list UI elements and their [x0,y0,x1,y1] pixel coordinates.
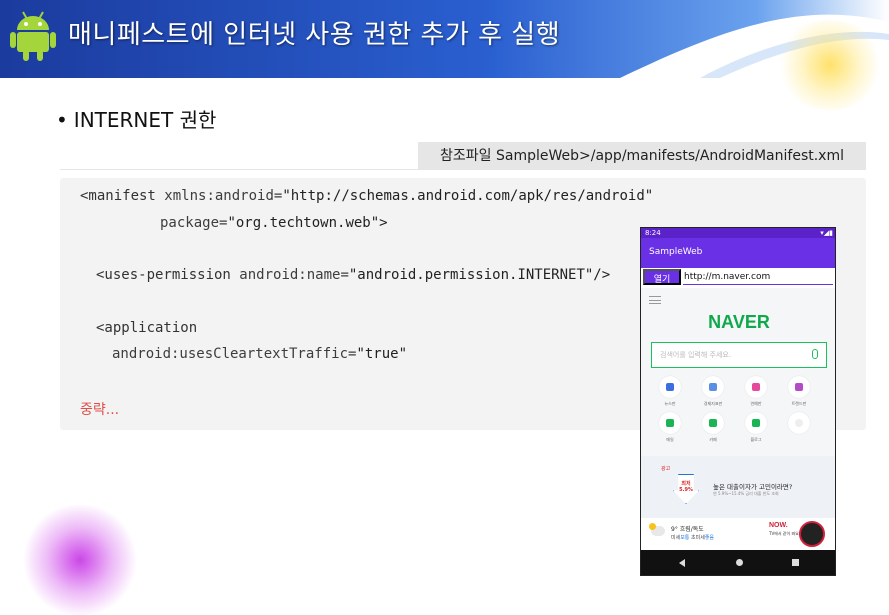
now-subtitle: TV에서 같이 봐요 [769,531,799,536]
more-icon[interactable] [788,412,810,434]
code-line-cleartext: android:usesCleartextTraffic="true" [112,346,407,362]
page-title: 매니페스트에 인터넷 사용 권한 추가 후 실행 [68,20,561,50]
status-bar: 8:24 ▾◢▮ [641,228,835,238]
chart-icon[interactable] [702,376,724,398]
service-label-trend: 트렌드판 [791,401,807,406]
status-icons: ▾◢▮ [820,229,833,237]
code-line-application: <application [96,320,197,336]
now-thumbnail[interactable] [799,521,825,547]
code-attr: android:usesCleartextTraffic= [112,346,357,362]
heart-icon-glyph [795,383,803,391]
mail-icon-glyph [666,419,674,427]
service-label-cafe: 카페 [709,437,717,442]
open-button[interactable]: 열기 [643,269,681,285]
code-attr: package= [160,215,228,231]
naver-logo[interactable]: NAVER [641,312,835,333]
webview: NAVER 검색어를 입력해 주세요. 뉴스판 경제지표판 연예판 트렌드판 메… [641,288,835,550]
phone-screenshot: 8:24 ▾◢▮ SampleWeb 열기 NAVER 검색어를 입력해 주세요… [640,227,836,576]
dust-value: 보통 [680,535,690,541]
home-icon[interactable] [736,559,743,566]
news-icon[interactable] [659,376,681,398]
naver-search-box[interactable]: 검색어를 입력해 주세요. [651,342,827,368]
code-value: "true" [356,346,408,362]
recent-apps-icon[interactable] [792,559,799,566]
code-tag: <uses-permission [96,267,231,283]
cafe-icon[interactable] [702,412,724,434]
service-label-blog: 블로그 [750,437,762,442]
ultra-dust-value: 좋음 [704,535,715,541]
url-row: 열기 [641,268,835,286]
reference-file-tag: 참조파일 SampleWeb>/app/manifests/AndroidMan… [418,142,866,170]
bullet-text: INTERNET 권한 [73,108,217,132]
code-line-package: package="org.techtown.web"> [160,215,388,231]
star-icon-glyph [752,383,760,391]
service-label-economy: 경제지표판 [703,401,723,406]
bullet-marker: • [56,108,68,132]
more-icon-glyph [795,419,803,427]
code-line-manifest: <manifest xmlns:android="http://schemas.… [80,188,653,204]
decorative-glow-purple [20,505,140,615]
code-attr: android:name= [239,267,349,283]
sun-icon [649,523,656,530]
mic-icon[interactable] [812,349,818,359]
header-banner: 매니페스트에 인터넷 사용 권한 추가 후 실행 [0,0,889,78]
menu-icon[interactable] [649,296,661,304]
status-time: 8:24 [645,229,661,237]
now-logo: NOW. [769,522,788,529]
mail-icon[interactable] [659,412,681,434]
decorative-glow-yellow [775,20,885,110]
chart-icon-glyph [709,383,717,391]
code-tag: <application [96,320,198,336]
service-label-entertainment: 연예판 [750,401,762,406]
weather-widget[interactable]: 9° 흐림/독도 미세보통 초미세좋음 NOW. TV에서 같이 봐요 [641,518,835,550]
ad-rate: 최저 5.9% [679,481,693,493]
code-value: "android.permission.INTERNET"/> [348,267,611,283]
dust-label: 미세 [671,535,681,541]
weather-temperature: 9° 흐림/독도 [671,526,704,533]
ad-subtitle: 연 5.9%~15.4% 금리 대출 한도 조회 [713,491,779,496]
back-icon[interactable] [679,559,685,567]
app-bar: SampleWeb [641,238,835,268]
weather-dust: 미세보통 초미세좋음 [671,534,714,541]
search-placeholder: 검색어를 입력해 주세요. [660,351,732,359]
ad-title: 높은 대출이자가 고민이라면? [713,483,793,491]
loan-ad-banner[interactable]: 광고 최저 5.9% 높은 대출이자가 고민이라면? 연 5.9%~15.4% … [641,456,835,518]
code-omitted-note: 중략... [80,402,120,418]
app-title: SampleWeb [649,247,703,257]
code-line-uses-permission: <uses-permission android:name="android.p… [96,267,610,283]
blog-icon-glyph [752,419,760,427]
news-icon-glyph [666,383,674,391]
cafe-icon-glyph [709,419,717,427]
android-nav-bar [641,550,835,575]
code-value: "org.techtown.web"> [227,215,388,231]
service-label-mail: 메일 [666,437,674,442]
code-attr: xmlns:android= [164,188,283,204]
star-icon[interactable] [745,376,767,398]
blog-icon[interactable] [745,412,767,434]
ad-tag: 광고 [661,466,671,472]
url-input[interactable] [683,269,833,285]
heart-icon[interactable] [788,376,810,398]
ultra-dust-label: 초미세 [691,535,705,541]
reference-bar: 참조파일 SampleWeb>/app/manifests/AndroidMan… [60,142,866,170]
service-label-news: 뉴스판 [664,401,676,406]
code-value: "http://schemas.android.com/apk/res/andr… [282,188,654,204]
android-icon [10,11,56,61]
bullet-heading: • INTERNET 권한 [56,104,216,133]
code-tag: <manifest [80,188,156,204]
